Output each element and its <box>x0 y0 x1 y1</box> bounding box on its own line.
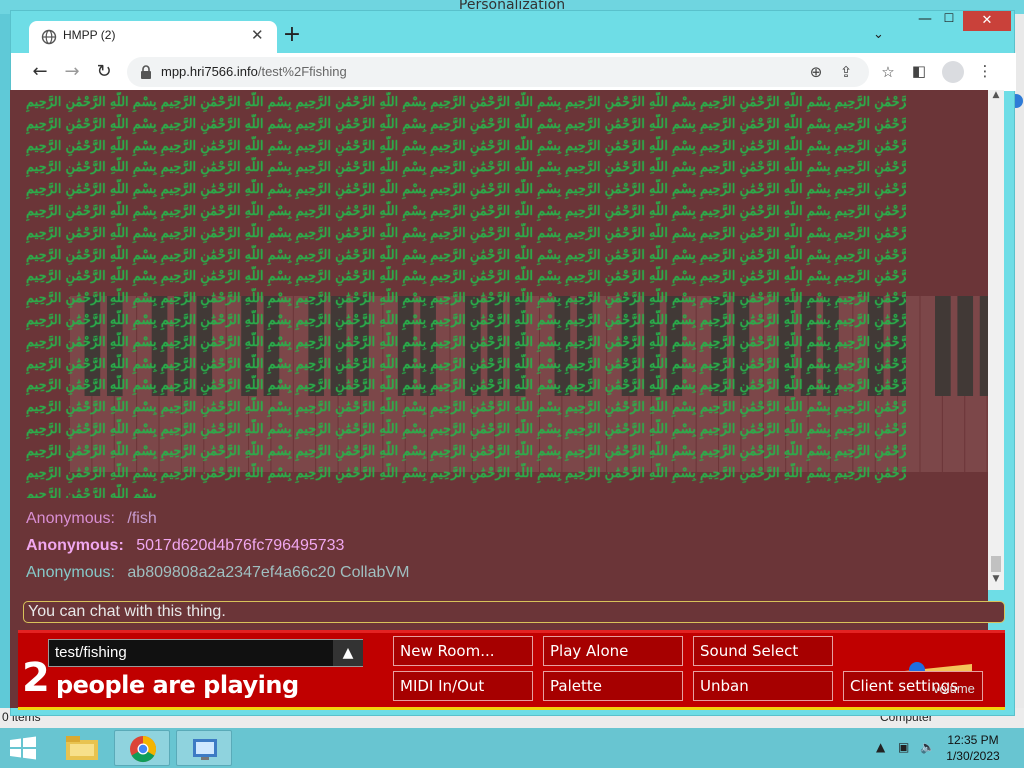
spam-line: بِسْمِ اللَّهِ الرَّحْمَٰنِ الرَّحِيمِ ب… <box>26 247 906 263</box>
midi-in-out-button[interactable]: MIDI In/Out <box>393 671 533 701</box>
close-tab-icon[interactable]: ✕ <box>251 26 264 44</box>
url-text[interactable]: mpp.hri7566.info/test%2Ffishing <box>161 64 347 79</box>
chat-input[interactable]: You can chat with this thing. <box>23 601 1005 623</box>
bottom-bar: test/fishing ▲ 2 people are playing New … <box>18 630 1005 710</box>
spam-line: بِسْمِ اللَّهِ الرَّحْمَٰنِ الرَّحِيمِ ب… <box>26 378 906 394</box>
chat-author: Anonymous: <box>26 537 124 554</box>
spam-line: بِسْمِ اللَّهِ الرَّحْمَٰنِ الرَّحِيمِ ب… <box>26 465 906 481</box>
spam-line: بِسْمِ اللَّهِ الرَّحْمَٰنِ الرَّحِيمِ ب… <box>26 116 906 132</box>
browser-toolbar: ← → ↻ mpp.hri7566.info/test%2Ffishing ⊕ … <box>11 53 1016 91</box>
taskbar: ▲ ▣ 🔈 12:35 PM 1/30/2023 <box>0 728 1024 768</box>
new-tab-icon[interactable]: + <box>279 23 305 49</box>
tab-strip: HMPP (2) ✕ + ⌄ — ☐ ✕ <box>11 11 1016 53</box>
spam-line: بِسْمِ اللَّهِ الرَّحْمَٰنِ الرَّحِيمِ ب… <box>26 269 906 285</box>
lock-icon[interactable] <box>139 64 153 80</box>
spam-line: بِسْمِ اللَّهِ الرَّحْمَٰنِ الرَّحِيمِ ب… <box>26 182 906 198</box>
bookmark-star-icon[interactable]: ☆ <box>879 63 897 81</box>
spam-line: بِسْمِ اللَّهِ الرَّحْمَٰنِ الرَّحِيمِ ب… <box>26 225 906 241</box>
scroll-thumb[interactable] <box>991 556 1001 572</box>
address-bar[interactable]: mpp.hri7566.info/test%2Ffishing ⊕ ⇪ ☆ <box>127 57 895 87</box>
tab-search-icon[interactable]: ⌄ <box>873 27 884 42</box>
chat-spam-block: بِسْمِ اللَّهِ الرَّحْمَٰنِ الرَّحِيمِ ب… <box>26 92 906 498</box>
play-alone-button[interactable]: Play Alone <box>543 636 683 666</box>
clock-date: 1/30/2023 <box>946 749 1000 763</box>
chat-scrollbar[interactable]: ▲ ▼ <box>988 90 1004 590</box>
taskbar-clock[interactable]: 12:35 PM 1/30/2023 <box>928 732 1018 764</box>
menu-kebab-icon[interactable]: ⋮ <box>975 62 995 82</box>
minimize-icon[interactable]: — <box>914 11 936 31</box>
spam-line: بِسْمِ اللَّهِ الرَّحْمَٰنِ الرَّحِيمِ ب… <box>26 334 906 350</box>
player-count: 2 <box>22 655 50 701</box>
back-icon[interactable]: ← <box>29 61 51 83</box>
tab-title: HMPP (2) <box>63 28 116 42</box>
profile-avatar-icon[interactable] <box>942 61 964 83</box>
chrome-icon[interactable] <box>114 730 170 766</box>
black-key[interactable] <box>979 296 988 396</box>
black-key[interactable] <box>957 296 974 396</box>
spam-line: بِسْمِ اللَّهِ الرَّحْمَٰنِ الرَّحِيمِ ب… <box>26 421 906 437</box>
spam-line: بِسْمِ اللَّهِ الرَّحْمَٰنِ الرَّحِيمِ ب… <box>26 160 906 176</box>
player-count-label: people are playing <box>56 671 299 699</box>
globe-icon <box>41 29 57 45</box>
control-panel-icon[interactable] <box>176 730 232 766</box>
forward-icon[interactable]: → <box>61 61 83 83</box>
chat-author: Anonymous: <box>26 564 115 581</box>
scroll-up-icon[interactable]: ▲ <box>988 90 1004 104</box>
chat-author: Anonymous: <box>26 510 115 527</box>
share-icon[interactable]: ⇪ <box>837 63 855 81</box>
new-room-button[interactable]: New Room... <box>393 636 533 666</box>
spam-line: بِسْمِ اللَّهِ الرَّحْمَٰنِ الرَّحِيمِ ب… <box>26 291 906 307</box>
chat-text: 5017d620d4b76fc796495733 <box>136 537 345 554</box>
unban-button[interactable]: Unban <box>693 671 833 701</box>
chat-message: Anonymous: /fish <box>26 510 157 528</box>
spam-line: بِسْمِ اللَّهِ الرَّحْمَٰنِ الرَّحِيمِ ب… <box>26 356 906 372</box>
chat-message: Anonymous: 5017d620d4b76fc796495733 <box>26 537 344 555</box>
url-path: /test%2Ffishing <box>257 64 347 79</box>
show-hidden-icons-icon[interactable]: ▲ <box>876 740 885 754</box>
chat-message: Anonymous: ab809808a2a2347ef4a66c20 Coll… <box>26 564 409 582</box>
zoom-icon[interactable]: ⊕ <box>807 63 825 81</box>
file-explorer-icon[interactable] <box>54 730 110 766</box>
clock-time: 12:35 PM <box>947 733 999 747</box>
window-close-icon[interactable]: ✕ <box>963 11 1011 31</box>
spam-line: بِسْمِ اللَّهِ الرَّحْمَٰنِ الرَّحِيمِ ب… <box>26 443 906 459</box>
triangle-up-icon[interactable]: ▲ <box>333 640 363 666</box>
spam-line: بِسْمِ اللَّهِ الرَّحْمَٰنِ الرَّحِيمِ <box>26 487 157 498</box>
spam-line: بِسْمِ اللَّهِ الرَّحْمَٰنِ الرَّحِيمِ ب… <box>26 203 906 219</box>
url-host: mpp.hri7566.info <box>161 64 258 79</box>
chat-text: ab809808a2a2347ef4a66c20 CollabVM <box>127 564 410 581</box>
black-key[interactable] <box>935 296 951 396</box>
maximize-icon[interactable]: ☐ <box>938 11 960 31</box>
sound-select-button[interactable]: Sound Select <box>693 636 833 666</box>
room-selector[interactable]: test/fishing ▲ <box>48 639 363 667</box>
scroll-down-icon[interactable]: ▼ <box>988 574 1004 590</box>
chat-text: /fish <box>127 510 157 527</box>
volume-label: volume <box>933 681 975 696</box>
side-panel-icon[interactable]: ◧ <box>909 62 929 82</box>
spam-line: بِسْمِ اللَّهِ الرَّحْمَٰنِ الرَّحِيمِ ب… <box>26 138 906 154</box>
spam-line: بِسْمِ اللَّهِ الرَّحْمَٰنِ الرَّحِيمِ ب… <box>26 95 906 110</box>
tab-hmpp[interactable]: HMPP (2) ✕ <box>29 21 277 53</box>
network-icon[interactable]: ▣ <box>898 740 909 754</box>
spam-line: بِسْمِ اللَّهِ الرَّحْمَٰنِ الرَّحِيمِ ب… <box>26 400 906 416</box>
reload-icon[interactable]: ↻ <box>93 61 115 83</box>
windows-start-icon[interactable] <box>8 736 38 760</box>
room-name: test/fishing <box>55 644 127 661</box>
palette-button[interactable]: Palette <box>543 671 683 701</box>
spam-line: بِسْمِ اللَّهِ الرَّحْمَٰنِ الرَّحِيمِ ب… <box>26 312 906 328</box>
